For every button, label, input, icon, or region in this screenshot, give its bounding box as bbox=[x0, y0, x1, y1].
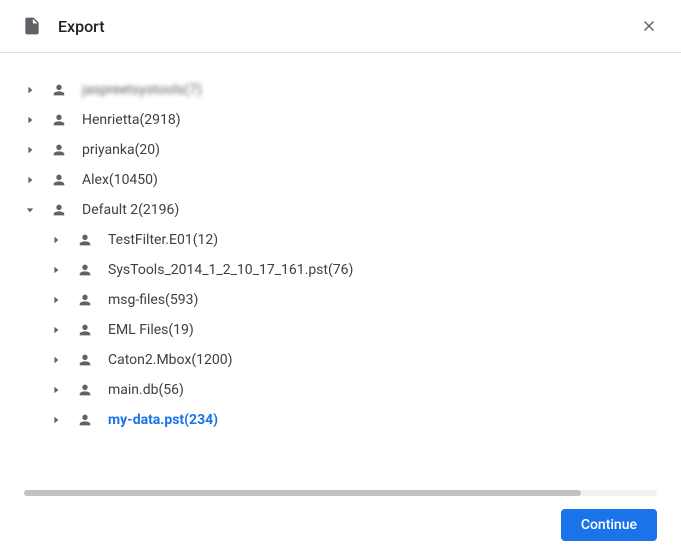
document-icon bbox=[20, 14, 44, 38]
tree-item-label: msg-files(593) bbox=[108, 292, 198, 308]
tree-row[interactable]: Caton2.Mbox(1200) bbox=[24, 345, 657, 375]
person-icon bbox=[76, 321, 94, 339]
person-icon bbox=[76, 411, 94, 429]
tree-item-label: Caton2.Mbox(1200) bbox=[108, 352, 232, 368]
tree-item-label: jaspreetsystools(7) bbox=[82, 82, 202, 98]
tree-row[interactable]: msg-files(593) bbox=[24, 285, 657, 315]
person-icon bbox=[76, 261, 94, 279]
chevron-down-icon[interactable] bbox=[24, 204, 36, 216]
close-icon bbox=[640, 17, 658, 35]
person-icon bbox=[76, 231, 94, 249]
tree-row[interactable]: Henrietta(2918) bbox=[24, 105, 657, 135]
tree-row[interactable]: my-data.pst(234) bbox=[24, 405, 657, 435]
dialog-footer: Continue bbox=[561, 509, 657, 541]
tree-item-label: priyanka(20) bbox=[82, 142, 160, 158]
chevron-right-icon[interactable] bbox=[50, 324, 62, 336]
chevron-right-icon[interactable] bbox=[24, 114, 36, 126]
chevron-right-icon[interactable] bbox=[24, 174, 36, 186]
tree-row[interactable]: SysTools_2014_1_2_10_17_161.pst(76) bbox=[24, 255, 657, 285]
person-icon bbox=[76, 351, 94, 369]
chevron-right-icon[interactable] bbox=[50, 234, 62, 246]
horizontal-scrollbar[interactable] bbox=[24, 490, 657, 496]
person-icon bbox=[76, 381, 94, 399]
tree-item-label: EML Files(19) bbox=[108, 322, 194, 338]
person-icon bbox=[50, 171, 68, 189]
chevron-right-icon[interactable] bbox=[50, 414, 62, 426]
tree-row[interactable]: main.db(56) bbox=[24, 375, 657, 405]
tree-item-label: SysTools_2014_1_2_10_17_161.pst(76) bbox=[108, 262, 353, 278]
tree-row[interactable]: EML Files(19) bbox=[24, 315, 657, 345]
person-icon bbox=[50, 111, 68, 129]
tree-row[interactable]: Default 2(2196) bbox=[24, 195, 657, 225]
tree-item-label: Alex(10450) bbox=[82, 172, 158, 188]
chevron-right-icon[interactable] bbox=[50, 294, 62, 306]
tree-item-label: my-data.pst(234) bbox=[108, 412, 218, 428]
chevron-right-icon[interactable] bbox=[24, 84, 36, 96]
tree-row[interactable]: jaspreetsystools(7) bbox=[24, 75, 657, 105]
tree-item-label: Default 2(2196) bbox=[82, 202, 179, 218]
tree-row[interactable]: priyanka(20) bbox=[24, 135, 657, 165]
tree-item-label: main.db(56) bbox=[108, 382, 184, 398]
tree-item-label: Henrietta(2918) bbox=[82, 112, 181, 128]
continue-button[interactable]: Continue bbox=[561, 509, 657, 541]
user-tree: jaspreetsystools(7) Henrietta(2918) priyan… bbox=[24, 75, 657, 435]
chevron-right-icon[interactable] bbox=[50, 264, 62, 276]
person-icon bbox=[76, 291, 94, 309]
dialog-header: Export bbox=[0, 0, 681, 53]
dialog-body: jaspreetsystools(7) Henrietta(2918) priyan… bbox=[0, 53, 681, 493]
person-icon bbox=[50, 141, 68, 159]
chevron-right-icon[interactable] bbox=[50, 354, 62, 366]
tree-item-label: TestFilter.E01(12) bbox=[108, 232, 218, 248]
chevron-right-icon[interactable] bbox=[24, 144, 36, 156]
tree-row[interactable]: TestFilter.E01(12) bbox=[24, 225, 657, 255]
tree-row[interactable]: Alex(10450) bbox=[24, 165, 657, 195]
person-icon bbox=[50, 81, 68, 99]
person-icon bbox=[50, 201, 68, 219]
dialog-title: Export bbox=[58, 17, 105, 36]
close-button[interactable] bbox=[637, 14, 661, 38]
scrollbar-thumb[interactable] bbox=[24, 490, 581, 496]
chevron-right-icon[interactable] bbox=[50, 384, 62, 396]
